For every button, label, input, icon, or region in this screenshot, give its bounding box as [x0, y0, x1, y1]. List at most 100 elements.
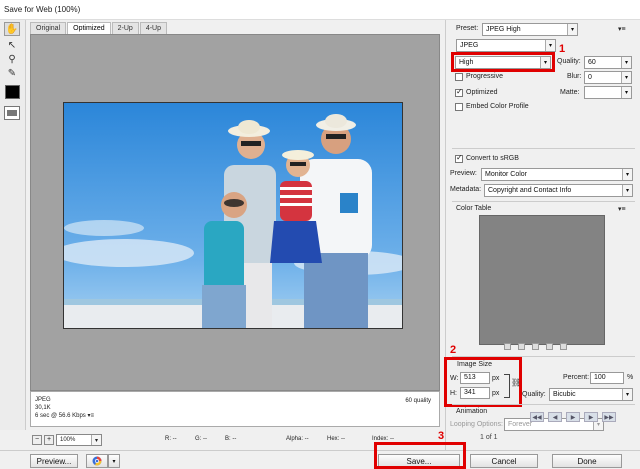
preset-label: Preset: — [456, 25, 479, 32]
download-time-menu[interactable]: ▾≡ — [87, 413, 94, 419]
done-button[interactable]: Done — [552, 454, 622, 468]
zoom-value: 100% — [60, 437, 76, 443]
quality-readout: 60 quality — [405, 398, 431, 404]
resample-select[interactable]: Bicubic ▾ — [549, 388, 633, 401]
percent-sign: % — [627, 374, 634, 381]
chevron-down-icon: ▾ — [621, 87, 631, 98]
step-3-marker: 3 — [438, 430, 445, 442]
optimization-info: JPEG 30,1K 6 sec @ 56.6 Kbps ▾≡ 60 quali… — [30, 391, 440, 427]
preset-select[interactable]: JPEG High ▾ — [482, 23, 578, 36]
metadata-value: Copyright and Contact Info — [488, 187, 572, 194]
looping-label: Looping Options: — [450, 421, 503, 428]
panel-menu-icon[interactable]: ▾≡ — [618, 25, 626, 33]
color-table[interactable] — [479, 215, 605, 345]
dialog-button-bar: Preview... ▾ Save... Cancel Done — [0, 450, 640, 469]
format-value: JPEG — [460, 42, 479, 49]
optimization-settings-panel: Preset: JPEG High ▾ ▾≡ JPEG ▾ High ▾ 1 Q… — [444, 20, 640, 450]
color-table-controls — [504, 343, 604, 353]
browser-icon[interactable] — [86, 454, 108, 468]
chevron-down-icon: ▾ — [622, 185, 632, 196]
progressive-label: Progressive — [466, 73, 503, 80]
divider — [452, 148, 635, 149]
embed-color-profile-label: Embed Color Profile — [466, 103, 529, 110]
window-title: Save for Web (100%) — [4, 5, 81, 14]
tab-original[interactable]: Original — [30, 22, 67, 34]
quality-value-field[interactable]: 60 ▾ — [584, 56, 632, 69]
last-frame-icon[interactable]: ▶▶ — [602, 412, 616, 422]
zoom-out-button[interactable]: − — [32, 435, 42, 445]
convert-srgb-label: Convert to sRGB — [466, 155, 519, 162]
divider — [452, 404, 635, 405]
convert-srgb-checkbox[interactable] — [455, 153, 463, 163]
quality-label: Quality: — [557, 58, 581, 65]
lock-color-icon[interactable] — [532, 343, 539, 350]
embed-color-profile-checkbox[interactable] — [455, 103, 463, 111]
step-1-marker: 1 — [559, 43, 566, 55]
title-bar: Save for Web (100%) — [0, 0, 640, 20]
blue-readout: B: -- — [225, 436, 237, 442]
view-tabs: Original Optimized 2-Up 4-Up — [30, 22, 168, 34]
resample-value: Bicubic — [553, 391, 576, 398]
toggle-slices-icon[interactable] — [4, 106, 20, 120]
previous-frame-icon[interactable]: ◀ — [548, 412, 562, 422]
red-readout: R: -- — [165, 436, 177, 442]
preview-image[interactable] — [63, 102, 403, 329]
alpha-readout: Alpha: -- — [286, 436, 309, 442]
chevron-down-icon: ▾ — [545, 40, 555, 51]
matte-select[interactable]: ▾ — [584, 86, 632, 99]
color-table-label: Color Table — [456, 205, 492, 212]
zoom-select[interactable]: 100% ▾ — [56, 434, 102, 446]
divider — [452, 201, 635, 202]
animation-label: Animation — [456, 408, 488, 415]
percent-input[interactable]: 100 — [590, 372, 624, 384]
quality-value: 60 — [588, 59, 596, 66]
chevron-down-icon: ▾ — [622, 389, 632, 400]
slice-select-icon[interactable]: ↖ — [4, 38, 20, 52]
tool-panel: ✋ ↖ ⚲ ✎ — [0, 20, 26, 430]
zoom-icon[interactable]: ⚲ — [4, 52, 20, 66]
zoom-in-button[interactable]: + — [44, 435, 54, 445]
first-frame-icon[interactable]: ◀◀ — [530, 412, 544, 422]
percent-label: Percent: — [563, 374, 590, 381]
tab-2-up[interactable]: 2-Up — [111, 22, 139, 34]
looping-value: Forever — [508, 421, 533, 428]
hex-readout: Hex: -- — [327, 436, 345, 442]
blur-label: Blur: — [567, 73, 582, 80]
resample-label: Quality: — [522, 391, 546, 398]
hand-icon[interactable]: ✋ — [4, 22, 20, 36]
eyedropper-color-swatch[interactable] — [5, 85, 20, 99]
preview-button[interactable]: Preview... — [30, 454, 78, 468]
image-format: JPEG — [35, 397, 51, 403]
cancel-button[interactable]: Cancel — [470, 454, 538, 468]
tab-4-up[interactable]: 4-Up — [139, 22, 168, 34]
delete-color-icon[interactable] — [560, 343, 567, 350]
web-shift-icon[interactable] — [518, 343, 525, 350]
progressive-checkbox[interactable] — [455, 73, 463, 81]
frame-counter: 1 of 1 — [480, 434, 498, 441]
family-beach-photo — [64, 103, 402, 328]
preview-color-value: Monitor Color — [485, 171, 528, 178]
highlight-box-image-size — [444, 357, 522, 407]
blur-field[interactable]: 0 ▾ — [584, 71, 632, 84]
tab-optimized[interactable]: Optimized — [67, 22, 111, 34]
next-frame-icon[interactable]: ▶ — [584, 412, 598, 422]
matte-label: Matte: — [560, 89, 580, 96]
highlight-box-quality-level — [451, 52, 555, 72]
map-color-icon[interactable] — [504, 343, 511, 350]
optimized-checkbox[interactable] — [455, 87, 463, 97]
preview-label: Preview: — [450, 170, 477, 177]
step-2-marker: 2 — [450, 344, 457, 356]
color-table-menu-icon[interactable]: ▾≡ — [618, 205, 626, 213]
metadata-select[interactable]: Copyright and Contact Info ▾ — [484, 184, 633, 197]
eyedropper-icon[interactable]: ✎ — [4, 66, 20, 80]
chevron-down-icon: ▾ — [621, 72, 631, 83]
chevron-down-icon: ▾ — [91, 435, 101, 445]
download-time: 6 sec @ 56.6 Kbps ▾≡ — [35, 412, 94, 420]
new-color-icon[interactable] — [546, 343, 553, 350]
format-select[interactable]: JPEG ▾ — [456, 39, 556, 52]
preview-color-select[interactable]: Monitor Color ▾ — [481, 168, 633, 181]
download-time-text: 6 sec @ 56.6 Kbps — [35, 413, 86, 419]
browser-menu-chevron-icon[interactable]: ▾ — [108, 454, 120, 468]
preset-value: JPEG High — [486, 26, 521, 33]
play-icon[interactable]: ▶ — [566, 412, 580, 422]
